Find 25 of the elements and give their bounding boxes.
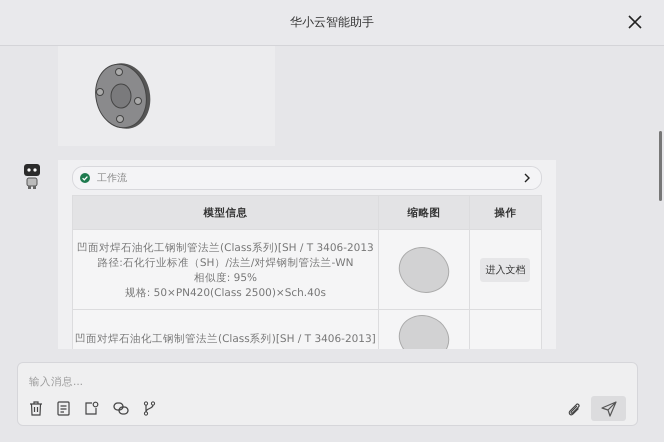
trash-icon[interactable] xyxy=(29,401,43,416)
close-icon xyxy=(628,15,642,29)
model-info-line: 凹面对焊石油化工钢制管法兰(Class系列)[SH / T 3406-2013] xyxy=(75,332,376,347)
column-header: 模型信息 xyxy=(72,196,378,230)
close-button[interactable] xyxy=(628,15,642,29)
document-icon[interactable] xyxy=(57,401,70,416)
robot-icon xyxy=(22,162,42,190)
link-icon[interactable] xyxy=(113,401,129,416)
column-header: 操作 xyxy=(469,196,542,230)
workflow-label: 工作流 xyxy=(97,172,127,185)
send-icon xyxy=(600,400,616,416)
model-info-line: 路径:石化行业标准（SH）/法兰/对焊钢制管法兰-WN xyxy=(96,256,354,271)
note-icon[interactable] xyxy=(84,401,99,416)
column-header: 缩略图 xyxy=(378,196,470,230)
message-input[interactable]: 输入消息... xyxy=(29,375,626,389)
window-title: 华小云智能助手 xyxy=(290,14,374,31)
send-button[interactable] xyxy=(591,396,626,421)
open-document-button[interactable]: 进入文档 xyxy=(480,258,530,282)
branch-icon[interactable] xyxy=(143,401,156,416)
paperclip-icon[interactable] xyxy=(567,400,581,416)
model-info-line: 相似度: 95% xyxy=(192,271,258,286)
scrollbar[interactable] xyxy=(659,131,662,201)
model-info-line: 规格: 50×PN420(Class 2500)×Sch.40s xyxy=(124,286,327,301)
chevron-right-icon xyxy=(523,173,531,183)
model-info-line: 凹面对焊石油化工钢制管法兰(Class系列)[SH / T 3406-2013 xyxy=(76,241,375,256)
